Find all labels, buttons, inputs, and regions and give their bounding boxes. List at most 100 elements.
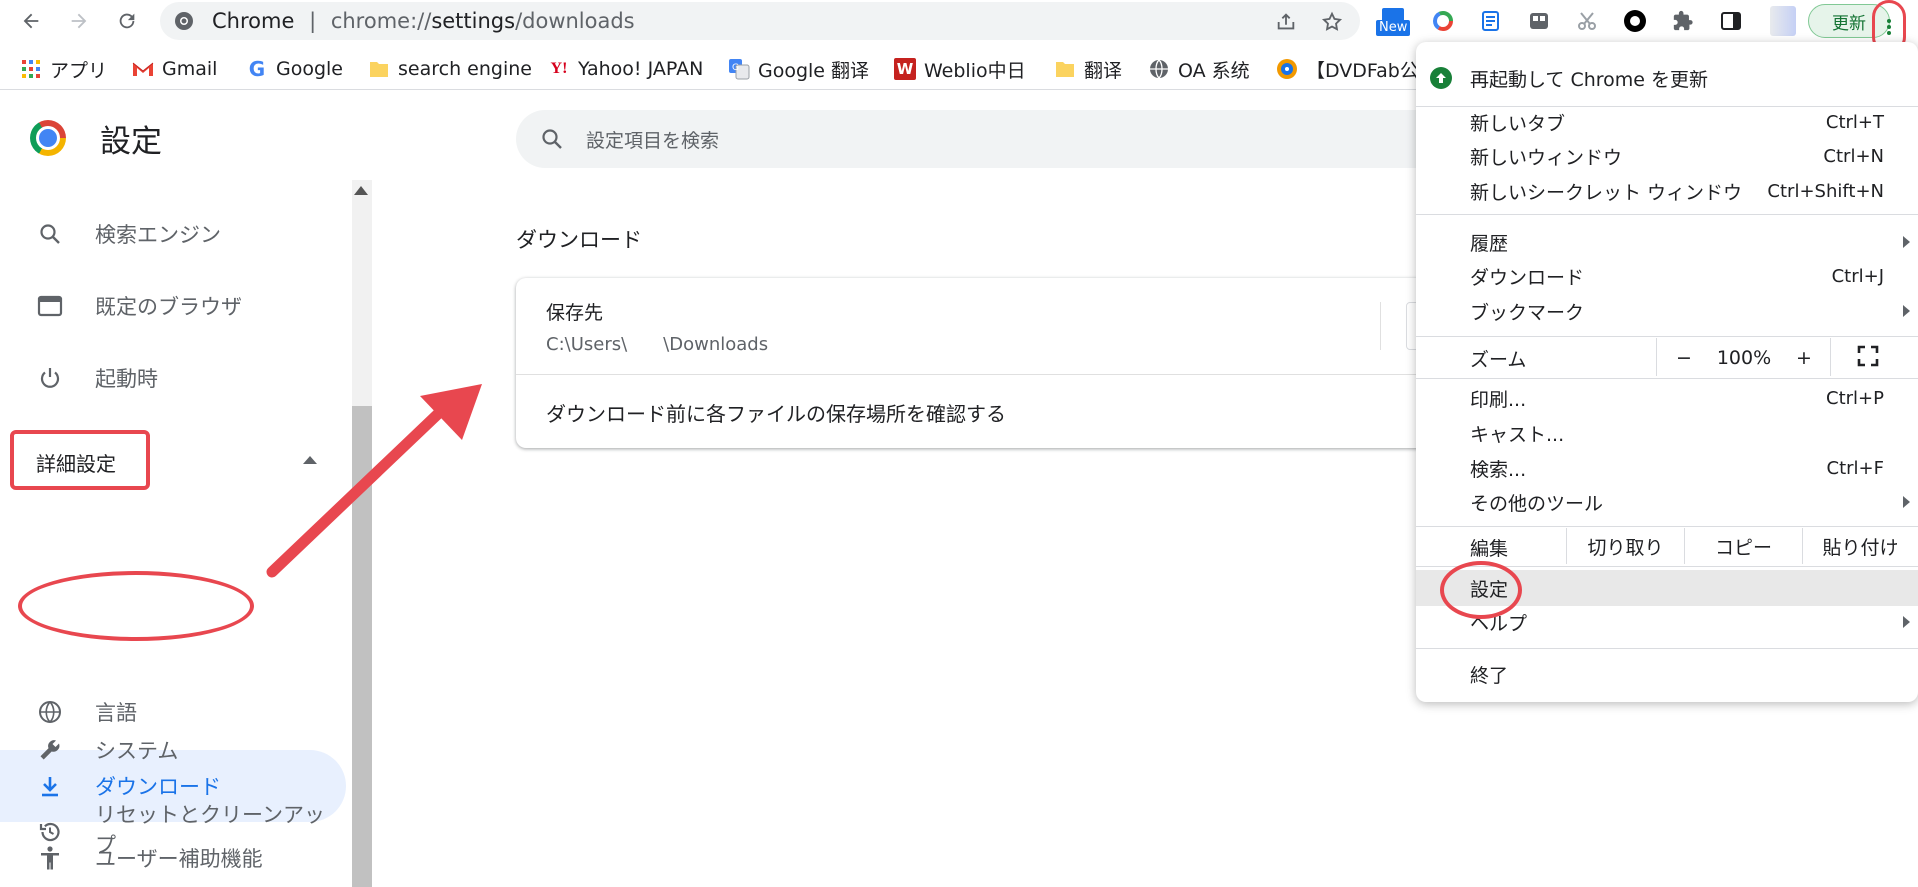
copy-button[interactable]: コピー — [1684, 528, 1802, 564]
menu-item-label: ブックマーク — [1470, 301, 1585, 324]
sidebar-item-search-engine[interactable]: 検索エンジン — [0, 198, 346, 270]
collapse-arrow-icon[interactable] — [303, 456, 317, 464]
bookmark-label: アプリ — [50, 59, 108, 82]
sidebar-item-label: 検索エンジン — [95, 223, 221, 247]
bookmark-label: Weblio中日 — [924, 59, 1026, 82]
menu-separator — [1416, 214, 1918, 215]
gmail-icon — [132, 58, 154, 80]
browser-window: Chrome | chrome://settings/downloads New — [0, 0, 1918, 887]
folder-icon — [1054, 58, 1076, 80]
bookmark-label: 翻译 — [1084, 59, 1123, 82]
search-placeholder: 設定項目を検索 — [586, 130, 720, 152]
submenu-arrow-icon — [1903, 496, 1910, 508]
bookmark-gmail[interactable]: Gmail — [132, 54, 217, 84]
update-label: 更新 — [1832, 13, 1866, 34]
forward-button[interactable] — [62, 4, 96, 38]
menu-cast[interactable]: キャスト... — [1416, 417, 1918, 449]
back-button[interactable] — [14, 4, 48, 38]
menu-separator — [1416, 378, 1918, 379]
url-separator: | — [309, 9, 317, 33]
zoom-level: 100% — [1716, 347, 1772, 369]
bookmark-search-engine[interactable]: search engine — [368, 54, 532, 84]
reload-button[interactable] — [110, 4, 144, 38]
paste-button[interactable]: 貼り付け — [1802, 528, 1918, 564]
bookmark-star-button[interactable] — [1320, 10, 1344, 34]
menu-item-label: 再起動して Chrome を更新 — [1470, 68, 1709, 91]
profile-avatar[interactable] — [1770, 6, 1796, 36]
sidebar-item-default-browser[interactable]: 既定のブラウザ — [0, 270, 346, 342]
extensions-menu-button[interactable] — [1668, 6, 1698, 36]
star-icon — [1321, 11, 1343, 31]
location-path: C:\Users\ \Downloads — [546, 334, 769, 355]
yahoo-icon: Y! — [550, 60, 568, 77]
submenu-arrow-icon — [1903, 616, 1910, 628]
sidebar-item-on-startup[interactable]: 起動時 — [0, 342, 346, 414]
url-text: Chrome | chrome://settings/downloads — [212, 9, 635, 33]
divider — [1830, 338, 1831, 376]
shortcut-label: Ctrl+J — [1831, 265, 1884, 287]
google-g-icon: G — [248, 57, 266, 81]
sidebar-item-label: 起動時 — [95, 367, 158, 391]
menu-item-label: 新しいシークレット ウィンドウ — [1470, 181, 1743, 204]
share-button[interactable] — [1274, 10, 1298, 34]
menu-more-tools[interactable]: その他のツール — [1416, 486, 1918, 518]
extension-chart-button[interactable] — [1428, 6, 1458, 36]
sidebar-item-system[interactable]: システム — [0, 714, 346, 786]
scroll-up-arrow-icon[interactable] — [354, 186, 368, 195]
side-panel-button[interactable] — [1716, 6, 1746, 36]
svg-text:G: G — [732, 63, 739, 73]
menu-item-label: キャスト... — [1470, 423, 1565, 446]
bookmark-dvdfab[interactable]: 【DVDFab公 — [1276, 54, 1419, 84]
submenu-arrow-icon — [1903, 236, 1910, 248]
bookmark-label: Google — [276, 58, 344, 80]
shortcut-label: Ctrl+P — [1826, 387, 1884, 409]
menu-separator — [1416, 648, 1918, 649]
bookmark-yahoo[interactable]: Y! Yahoo! JAPAN — [548, 54, 704, 84]
menu-item-label: 新しいウィンドウ — [1470, 146, 1623, 169]
bookmark-label: Gmail — [162, 58, 218, 80]
extension-grid-button[interactable] — [1524, 6, 1554, 36]
menu-history[interactable]: 履歴 — [1416, 226, 1918, 258]
address-bar[interactable]: Chrome | chrome://settings/downloads — [160, 2, 1360, 40]
extension-notes-button[interactable] — [1476, 6, 1506, 36]
zoom-in-button[interactable]: + — [1784, 340, 1824, 376]
scrollbar-thumb[interactable] — [352, 406, 372, 887]
cut-button[interactable]: 切り取り — [1566, 528, 1684, 564]
bookmark-weblio[interactable]: W Weblio中日 — [894, 54, 1026, 84]
downloads-highlight-ellipse — [18, 571, 254, 641]
sidebar-item-label: システム — [95, 739, 179, 763]
zoom-out-button[interactable]: − — [1664, 340, 1704, 376]
search-icon — [542, 129, 562, 149]
url-path: /downloads — [515, 9, 635, 33]
folder-icon — [368, 58, 390, 80]
bookmark-translate-folder[interactable]: 翻译 — [1054, 54, 1122, 84]
sidebar-item-reset[interactable]: リセットとクリーンアップ — [0, 792, 346, 874]
menu-new-incognito[interactable]: 新しいシークレット ウィンドウ Ctrl+Shift+N — [1416, 175, 1918, 207]
sidebar-advanced-toggle[interactable]: 詳細設定 — [36, 448, 116, 477]
shortcut-label: Ctrl+N — [1823, 145, 1884, 167]
menu-bookmarks[interactable]: ブックマーク — [1416, 295, 1918, 327]
menu-new-window[interactable]: 新しいウィンドウ Ctrl+N — [1416, 140, 1918, 172]
reload-icon — [119, 13, 135, 29]
settings-search-input[interactable]: 設定項目を検索 — [516, 110, 1476, 168]
forward-arrow-icon — [71, 13, 87, 29]
bookmark-google[interactable]: G Google — [246, 54, 343, 84]
ask-where-to-save-toggle-row[interactable]: ダウンロード前に各ファイルの保存場所を確認する — [546, 398, 1006, 427]
menu-relaunch-update[interactable]: 再起動して Chrome を更新 — [1416, 56, 1918, 100]
extension-circle-button[interactable] — [1620, 6, 1650, 36]
bookmark-google-translate[interactable]: G Google 翻译 — [728, 54, 869, 84]
extension-new-button[interactable]: New — [1376, 6, 1411, 36]
menu-downloads[interactable]: ダウンロード Ctrl+J — [1416, 260, 1918, 292]
bookmark-oa[interactable]: OA 系统 — [1148, 54, 1250, 84]
bookmark-apps[interactable]: アプリ — [20, 54, 107, 84]
menu-new-tab[interactable]: 新しいタブ Ctrl+T — [1416, 106, 1918, 138]
location-label: 保存先 — [546, 302, 604, 324]
settings-highlight-circle — [1440, 561, 1522, 619]
fullscreen-button[interactable] — [1856, 344, 1886, 374]
menu-exit[interactable]: 終了 — [1416, 658, 1918, 690]
globe-icon — [1148, 58, 1170, 80]
menu-print[interactable]: 印刷... Ctrl+P — [1416, 382, 1918, 414]
page-title: 設定 — [100, 124, 162, 160]
extension-scissors-button[interactable] — [1572, 6, 1602, 36]
menu-find[interactable]: 検索... Ctrl+F — [1416, 452, 1918, 484]
